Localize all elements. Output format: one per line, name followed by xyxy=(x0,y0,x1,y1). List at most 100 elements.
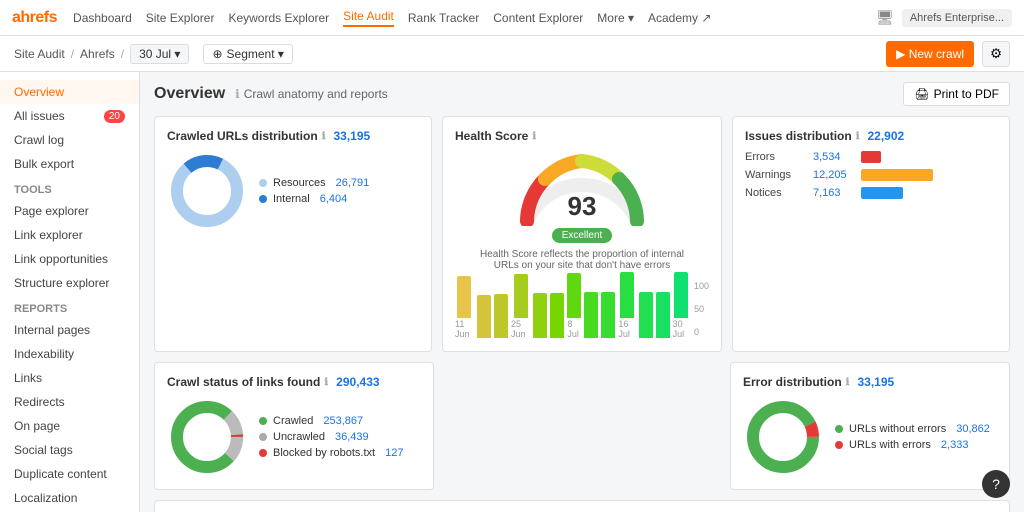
crawl-status-info[interactable]: ℹ xyxy=(324,377,328,388)
nav-site-audit[interactable]: Site Audit xyxy=(343,9,394,27)
nav-site-explorer[interactable]: Site Explorer xyxy=(146,11,215,25)
top-issues-table: Top issues ℹ Issue Crawled Change Added … xyxy=(154,500,1010,512)
sidebar-internal-pages[interactable]: Internal pages xyxy=(0,318,139,342)
bar-axis: 100 50 0 xyxy=(694,279,709,339)
warnings-label: Warnings xyxy=(745,169,805,181)
sidebar-link-explorer[interactable]: Link explorer xyxy=(0,223,139,247)
health-bar-chart: 11 Jun25 Jun8 Jul16 Jul30 Jul 100 50 0 xyxy=(455,279,709,339)
crawled-urls-chart: Resources 26,791 Internal 6,404 xyxy=(167,151,419,231)
content-area: Overview ℹ Crawl anatomy and reports 🖨 P… xyxy=(140,72,1024,512)
sidebar-on-page[interactable]: On page xyxy=(0,414,139,438)
with-errors-dot xyxy=(835,441,843,449)
error-dist-info[interactable]: ℹ xyxy=(846,377,850,388)
nav-rank-tracker[interactable]: Rank Tracker xyxy=(408,11,479,25)
bar-label: 11 Jun xyxy=(455,319,474,339)
no-errors-dot xyxy=(835,425,843,433)
bar-label: 16 Jul xyxy=(618,319,635,339)
bar-column xyxy=(639,292,653,340)
notices-bar-bg xyxy=(861,187,997,199)
sidebar-localization[interactable]: Localization xyxy=(0,486,139,510)
sidebar-social-tags[interactable]: Social tags xyxy=(0,438,139,462)
gauge: 93 xyxy=(517,151,647,226)
bar-segment xyxy=(477,295,491,339)
account-label[interactable]: Ahrefs Enterprise... xyxy=(902,9,1012,27)
bar-column xyxy=(584,292,598,339)
resources-val: 26,791 xyxy=(336,177,370,189)
issues-dist-card: Issues distribution ℹ 22,902 Errors 3,53… xyxy=(732,116,1010,352)
uncrawled-dot xyxy=(259,433,267,441)
health-score-info[interactable]: ℹ xyxy=(532,131,536,142)
bar-column xyxy=(477,295,491,340)
nav-links: Dashboard Site Explorer Keywords Explore… xyxy=(73,9,711,27)
crawled-dot xyxy=(259,417,267,425)
top-cards-row: Crawled URLs distribution ℹ 33,195 Resou… xyxy=(154,116,1010,352)
help-button[interactable]: ? xyxy=(982,470,1010,498)
page-subtitle: ℹ Crawl anatomy and reports xyxy=(235,87,388,101)
crawl-status-title: Crawl status of links found ℹ 290,433 xyxy=(167,375,421,389)
issues-dist-info[interactable]: ℹ xyxy=(856,131,860,142)
crawl-status-legend: Crawled 253,867 Uncrawled 36,439 Blocked… xyxy=(259,415,403,459)
sidebar-link-opportunities[interactable]: Link opportunities xyxy=(0,247,139,271)
bar-segment xyxy=(620,272,634,319)
errors-row: Errors 3,534 xyxy=(745,151,997,163)
crawled-urls-info[interactable]: ℹ xyxy=(322,131,326,142)
notices-val: 7,163 xyxy=(813,187,853,199)
errors-label: Errors xyxy=(745,151,805,163)
sidebar-overview[interactable]: Overview xyxy=(0,80,139,104)
print-button[interactable]: 🖨 Print to PDF xyxy=(903,82,1010,106)
breadcrumb-bar: Site Audit / Ahrefs / 30 Jul ▾ ⊕ Segment… xyxy=(0,36,1024,72)
breadcrumb-ahrefs[interactable]: Ahrefs xyxy=(80,47,115,61)
page-title: Overview xyxy=(154,85,225,103)
sidebar-redirects[interactable]: Redirects xyxy=(0,390,139,414)
info-circle-icon: ℹ xyxy=(235,87,240,101)
sidebar-links[interactable]: Links xyxy=(0,366,139,390)
breadcrumb-sep1: / xyxy=(71,47,74,61)
sidebar-indexability[interactable]: Indexability xyxy=(0,342,139,366)
legend-uncrawled: Uncrawled 36,439 xyxy=(259,431,403,443)
bar-column: 25 Jun xyxy=(511,274,530,340)
settings-button[interactable]: ⚙ xyxy=(982,41,1010,67)
warnings-bar-bg xyxy=(861,169,997,181)
crawled-urls-donut xyxy=(167,151,247,231)
nav-right: 🖥 Ahrefs Enterprise... xyxy=(876,9,1012,27)
nav-content-explorer[interactable]: Content Explorer xyxy=(493,11,583,25)
nav-keywords-explorer[interactable]: Keywords Explorer xyxy=(228,11,329,25)
blocked-val: 127 xyxy=(385,447,403,459)
legend-internal: Internal 6,404 xyxy=(259,193,369,205)
nav-more[interactable]: More ▾ xyxy=(597,11,634,25)
sidebar-crawl-log[interactable]: Crawl log xyxy=(0,128,139,152)
new-crawl-button[interactable]: ▶ New crawl xyxy=(886,41,974,67)
bar-label: 8 Jul xyxy=(567,319,581,339)
nav-academy[interactable]: Academy ↗ xyxy=(648,11,711,25)
breadcrumb-sep2: / xyxy=(121,47,124,61)
bar-segment xyxy=(494,294,508,338)
sidebar-all-issues[interactable]: All issues 20 xyxy=(0,104,139,128)
date-dropdown[interactable]: 30 Jul ▾ xyxy=(130,44,189,64)
legend-no-errors: URLs without errors 30,862 xyxy=(835,423,990,435)
crawl-status-total: 290,433 xyxy=(336,375,379,389)
bar-column xyxy=(533,293,547,339)
bar-column: 16 Jul xyxy=(618,272,635,340)
crawl-status-donut xyxy=(167,397,247,477)
sidebar-structure-explorer[interactable]: Structure explorer xyxy=(0,271,139,295)
segment-button[interactable]: ⊕ Segment ▾ xyxy=(203,44,292,64)
health-score-title: Health Score ℹ xyxy=(455,129,709,143)
internal-dot xyxy=(259,195,267,203)
issues-dist-title: Issues distribution ℹ 22,902 xyxy=(745,129,997,143)
crawled-urls-legend: Resources 26,791 Internal 6,404 xyxy=(259,177,369,205)
sidebar-page-explorer[interactable]: Page explorer xyxy=(0,199,139,223)
errors-val: 3,534 xyxy=(813,151,853,163)
uncrawled-val: 36,439 xyxy=(335,431,369,443)
blocked-dot xyxy=(259,449,267,457)
bar-label: 30 Jul xyxy=(673,319,690,339)
main-layout: Overview All issues 20 Crawl log Bulk ex… xyxy=(0,72,1024,512)
bar-segment xyxy=(674,272,688,319)
bar-segment xyxy=(457,276,471,319)
notices-label: Notices xyxy=(745,187,805,199)
error-dist-title: Error distribution ℹ 33,195 xyxy=(743,375,997,389)
sidebar-bulk-export[interactable]: Bulk export xyxy=(0,152,139,176)
crawl-status-chart: Crawled 253,867 Uncrawled 36,439 Blocked… xyxy=(167,397,421,477)
breadcrumb-site-audit[interactable]: Site Audit xyxy=(14,47,65,61)
nav-dashboard[interactable]: Dashboard xyxy=(73,11,132,25)
sidebar-duplicate-content[interactable]: Duplicate content xyxy=(0,462,139,486)
